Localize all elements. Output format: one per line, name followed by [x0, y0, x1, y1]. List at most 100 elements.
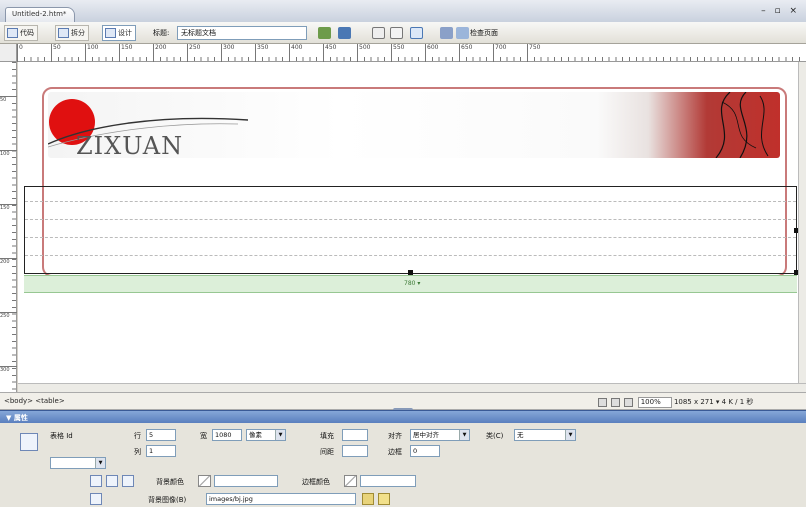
ruler-tick: 400: [289, 44, 302, 62]
document-tab[interactable]: Untitled-2.htm*: [5, 7, 76, 22]
ruler-tick: 350: [255, 44, 268, 62]
table-width-label: 780 ▾: [404, 280, 421, 287]
properties-panel: 表格 Id 行 5 列 1 宽 1080 像素 填充 间距 对齐 居中对齐 边框…: [0, 423, 806, 507]
cols-input[interactable]: 1: [146, 445, 176, 457]
validate-markup-icon[interactable]: [440, 27, 453, 39]
ruler-tick: 150: [119, 44, 132, 62]
ruler-tick: 300: [0, 366, 17, 373]
clear-widths-icon[interactable]: [106, 475, 118, 487]
design-icon: [105, 28, 116, 38]
zoom-select[interactable]: 100%: [637, 397, 672, 408]
align-select[interactable]: 居中对齐: [410, 429, 470, 441]
decorative-lines-graphic: [715, 92, 769, 158]
ruler-tick: 100: [0, 150, 17, 157]
table-row[interactable]: [25, 237, 796, 238]
ruler-tick: 550: [391, 44, 404, 62]
element-type-label: 表格 Id: [50, 432, 73, 440]
file-management-icon[interactable]: [318, 27, 331, 39]
class-label: 类(C): [486, 432, 504, 440]
border-input[interactable]: 0: [410, 445, 440, 457]
bgimage-label: 背景图像(B): [148, 496, 187, 504]
padding-label: 填充: [320, 432, 334, 440]
ruler-tick: 250: [0, 312, 17, 319]
table-width-indicator[interactable]: 780 ▾: [24, 275, 797, 293]
split-view-label: 拆分: [71, 29, 85, 37]
ruler-tick: 650: [459, 44, 472, 62]
logo-text: ZIXUAN: [76, 132, 184, 158]
select-tool-icon[interactable]: [598, 397, 607, 407]
class-select[interactable]: 无: [514, 429, 576, 441]
properties-panel-title: ▼ 属性: [6, 414, 28, 422]
ruler-tick: 600: [425, 44, 438, 62]
width-unit-select[interactable]: 像素: [246, 429, 286, 441]
preview-browser-icon[interactable]: [338, 27, 351, 39]
design-view-label: 设计: [118, 29, 132, 37]
convert-widths-icon[interactable]: [122, 475, 134, 487]
spacing-label: 间距: [320, 448, 334, 456]
vertical-ruler: 50 100 150 200 250 300: [0, 62, 17, 392]
rows-input[interactable]: 5: [146, 429, 176, 441]
visual-aids-icon[interactable]: [410, 27, 423, 39]
ruler-tick: 700: [493, 44, 506, 62]
bgimage-input[interactable]: images/bj.jpg: [206, 493, 356, 505]
bgcolor-swatch[interactable]: [198, 475, 211, 487]
page-title-input[interactable]: 无标题文档: [177, 26, 307, 40]
ruler-tick: 750: [527, 44, 540, 62]
bordercolor-input[interactable]: [360, 475, 416, 487]
rows-label: 行: [134, 432, 141, 440]
properties-panel-header[interactable]: ▼ 属性: [0, 410, 806, 423]
convert-heights-icon[interactable]: [90, 493, 102, 505]
code-icon: [7, 28, 18, 38]
spacing-input[interactable]: [342, 445, 368, 457]
table-id-select[interactable]: [50, 457, 106, 469]
clear-heights-icon[interactable]: [90, 475, 102, 487]
ruler-tick: 300: [221, 44, 234, 62]
ruler-tick: 100: [85, 44, 98, 62]
design-canvas[interactable]: ZIXUAN 780 ▾: [18, 62, 798, 392]
table-row[interactable]: [25, 219, 796, 220]
width-input[interactable]: 1080: [212, 429, 242, 441]
border-label: 边框: [388, 448, 402, 456]
zoom-tool-icon[interactable]: [624, 397, 634, 407]
window-controls[interactable]: – ▫ ×: [761, 6, 800, 16]
horizontal-ruler: 0 50 100 150 200 250 300 350 400 450 500…: [17, 44, 806, 62]
code-view-label: 代码: [20, 29, 34, 37]
refresh-icon[interactable]: [372, 27, 385, 39]
check-page-label[interactable]: 检查页面: [470, 28, 498, 38]
code-view-button[interactable]: 代码: [4, 25, 38, 41]
tag-selector[interactable]: <body> <table>: [4, 397, 65, 405]
ruler-tick: 50: [51, 44, 61, 62]
ruler-tick: 0: [17, 44, 23, 62]
bordercolor-label: 边框颜色: [302, 478, 330, 486]
header-banner[interactable]: ZIXUAN: [48, 92, 780, 158]
ruler-tick: 150: [0, 204, 17, 211]
bordercolor-swatch[interactable]: [344, 475, 357, 487]
table-row[interactable]: [25, 255, 796, 256]
ruler-tick: 200: [0, 258, 17, 265]
padding-input[interactable]: [342, 429, 368, 441]
title-label: 标题:: [153, 29, 170, 37]
horizontal-scrollbar[interactable]: [18, 383, 806, 392]
point-to-file-icon[interactable]: [378, 493, 390, 505]
ruler-tick: 200: [153, 44, 166, 62]
design-view-button[interactable]: 设计: [102, 25, 136, 41]
ruler-tick: 500: [357, 44, 370, 62]
table-row[interactable]: [25, 201, 796, 202]
bgcolor-input[interactable]: [214, 475, 278, 487]
ruler-tick: 250: [187, 44, 200, 62]
table-icon: [20, 433, 38, 451]
view-options-icon[interactable]: [390, 27, 403, 39]
align-label: 对齐: [388, 432, 402, 440]
hand-tool-icon[interactable]: [611, 397, 621, 407]
selected-table[interactable]: [24, 186, 797, 274]
ruler-tick: 50: [0, 96, 17, 103]
vertical-scrollbar[interactable]: [798, 62, 806, 392]
browse-folder-icon[interactable]: [362, 493, 374, 505]
check-page-icon[interactable]: [456, 27, 469, 39]
title-bar: Untitled-2.htm* – ▫ ×: [0, 0, 806, 22]
ruler-origin[interactable]: [0, 44, 17, 62]
split-view-button[interactable]: 拆分: [55, 25, 89, 41]
window-size-info[interactable]: 1085 x 271 ▾ 4 K / 1 秒: [674, 398, 754, 406]
ruler-tick: 450: [323, 44, 336, 62]
bgcolor-label: 背景颜色: [156, 478, 184, 486]
